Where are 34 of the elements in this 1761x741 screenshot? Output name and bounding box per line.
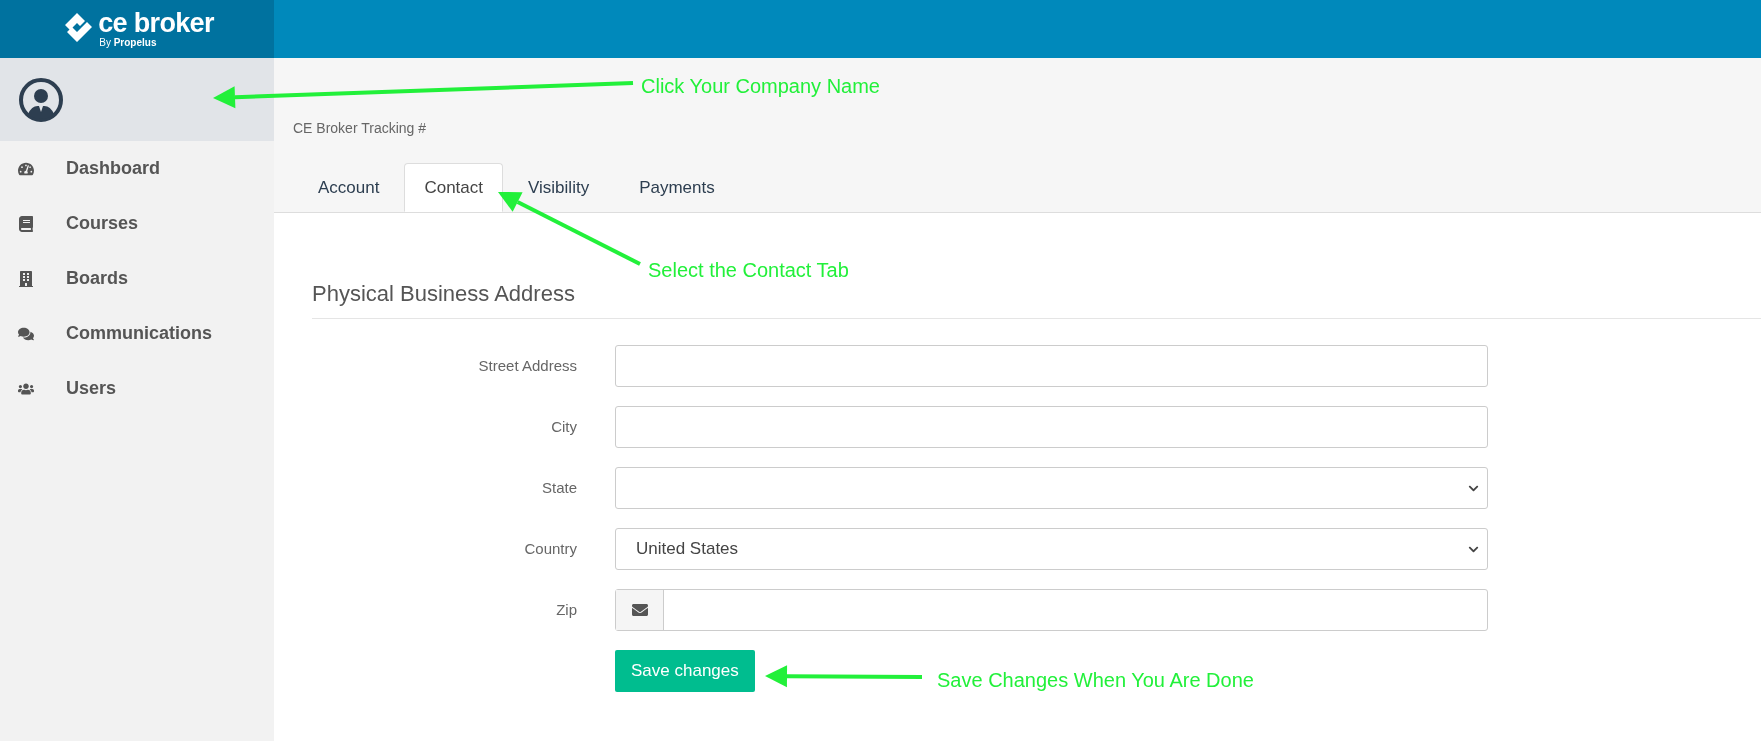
annotation-text: Save Changes When You Are Done: [937, 668, 1254, 693]
field-label: City: [550, 416, 578, 437]
sidebar-item[interactable]: Users: [66, 375, 117, 402]
annotation-text: Select the Contact Tab: [648, 258, 849, 283]
dropdown[interactable]: [615, 467, 1488, 509]
field-label: Country: [523, 538, 578, 559]
tab[interactable]: Account: [293, 163, 405, 212]
chat-bubbles-icon: [18, 325, 34, 342]
dropdown-value: United States: [636, 538, 739, 561]
annotation-text: Click Your Company Name: [641, 74, 880, 99]
sidebar-item[interactable]: Dashboard: [66, 155, 161, 182]
envelope-icon: [631, 602, 648, 618]
logo-text: ce broker: [98, 10, 214, 37]
text-field[interactable]: [615, 406, 1488, 448]
user-avatar-icon: [18, 76, 64, 123]
dropdown[interactable]: United States: [615, 528, 1488, 570]
profile-panel[interactable]: [0, 58, 274, 141]
sidebar-item[interactable]: Courses: [66, 210, 139, 237]
book-icon: [18, 215, 34, 232]
zip-field[interactable]: [615, 589, 1488, 631]
tracking-number: CE Broker Tracking #: [293, 119, 428, 138]
sidebar-item[interactable]: Boards: [66, 265, 128, 292]
gauge-icon: [18, 160, 34, 177]
sidebar-item[interactable]: Communications: [66, 320, 212, 347]
field-label: State: [540, 477, 578, 498]
field-label: Zip: [555, 599, 578, 620]
building-icon: [18, 270, 34, 287]
section-title: Physical Business Address: [312, 281, 575, 306]
tab[interactable]: Visibility: [503, 163, 615, 212]
field-label: Street Address: [477, 355, 578, 376]
text-field[interactable]: [615, 345, 1488, 387]
tab[interactable]: Contact: [404, 163, 504, 212]
tab[interactable]: Payments: [614, 163, 740, 212]
logo-subtext: By Propelus: [99, 38, 158, 48]
